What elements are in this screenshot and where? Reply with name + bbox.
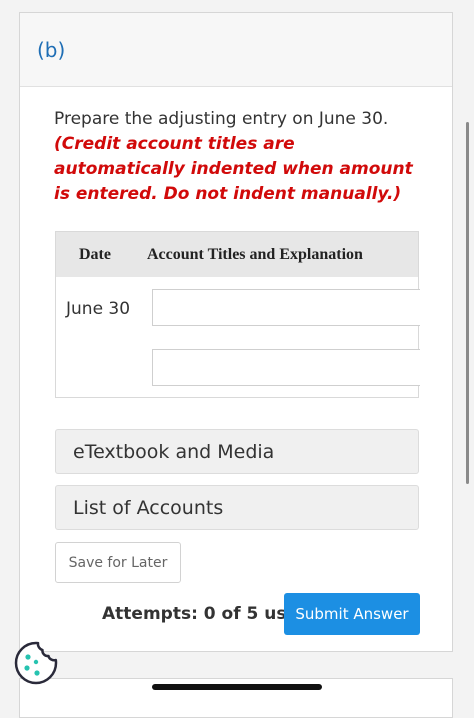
question-card: (b) Prepare the adjusting entry on June … bbox=[19, 12, 453, 652]
home-indicator bbox=[152, 684, 322, 690]
cookie-icon[interactable] bbox=[13, 640, 59, 686]
account-column-header: Account Titles and Explanation bbox=[147, 246, 363, 263]
etextbook-media-label: eTextbook and Media bbox=[73, 441, 275, 463]
attempts-counter: Attempts: 0 of 5 used bbox=[102, 604, 311, 624]
list-of-accounts-toggle[interactable]: List of Accounts bbox=[55, 485, 419, 530]
table-header: Date Account Titles and Explanation bbox=[56, 232, 418, 277]
account-title-input-2[interactable] bbox=[152, 349, 420, 386]
cookie-icon-graphic bbox=[14, 641, 58, 685]
instruction-text: (Credit account titles are automatically… bbox=[54, 134, 413, 204]
etextbook-media-toggle[interactable]: eTextbook and Media bbox=[55, 429, 419, 474]
account-title-input-1[interactable] bbox=[152, 289, 420, 326]
prompt-text: Prepare the adjusting entry on June 30. bbox=[54, 109, 389, 129]
journal-entry-table: Date Account Titles and Explanation June… bbox=[55, 231, 420, 398]
submit-answer-button[interactable]: Submit Answer bbox=[284, 593, 420, 635]
entry-date: June 30 bbox=[66, 299, 131, 319]
question-prompt: Prepare the adjusting entry on June 30. … bbox=[54, 107, 414, 207]
scrollbar-thumb[interactable] bbox=[466, 122, 469, 484]
date-column-header: Date bbox=[79, 246, 111, 263]
part-label: (b) bbox=[37, 38, 66, 62]
save-for-later-button[interactable]: Save for Later bbox=[55, 542, 181, 583]
list-of-accounts-label: List of Accounts bbox=[73, 497, 224, 519]
part-header: (b) bbox=[20, 13, 452, 87]
